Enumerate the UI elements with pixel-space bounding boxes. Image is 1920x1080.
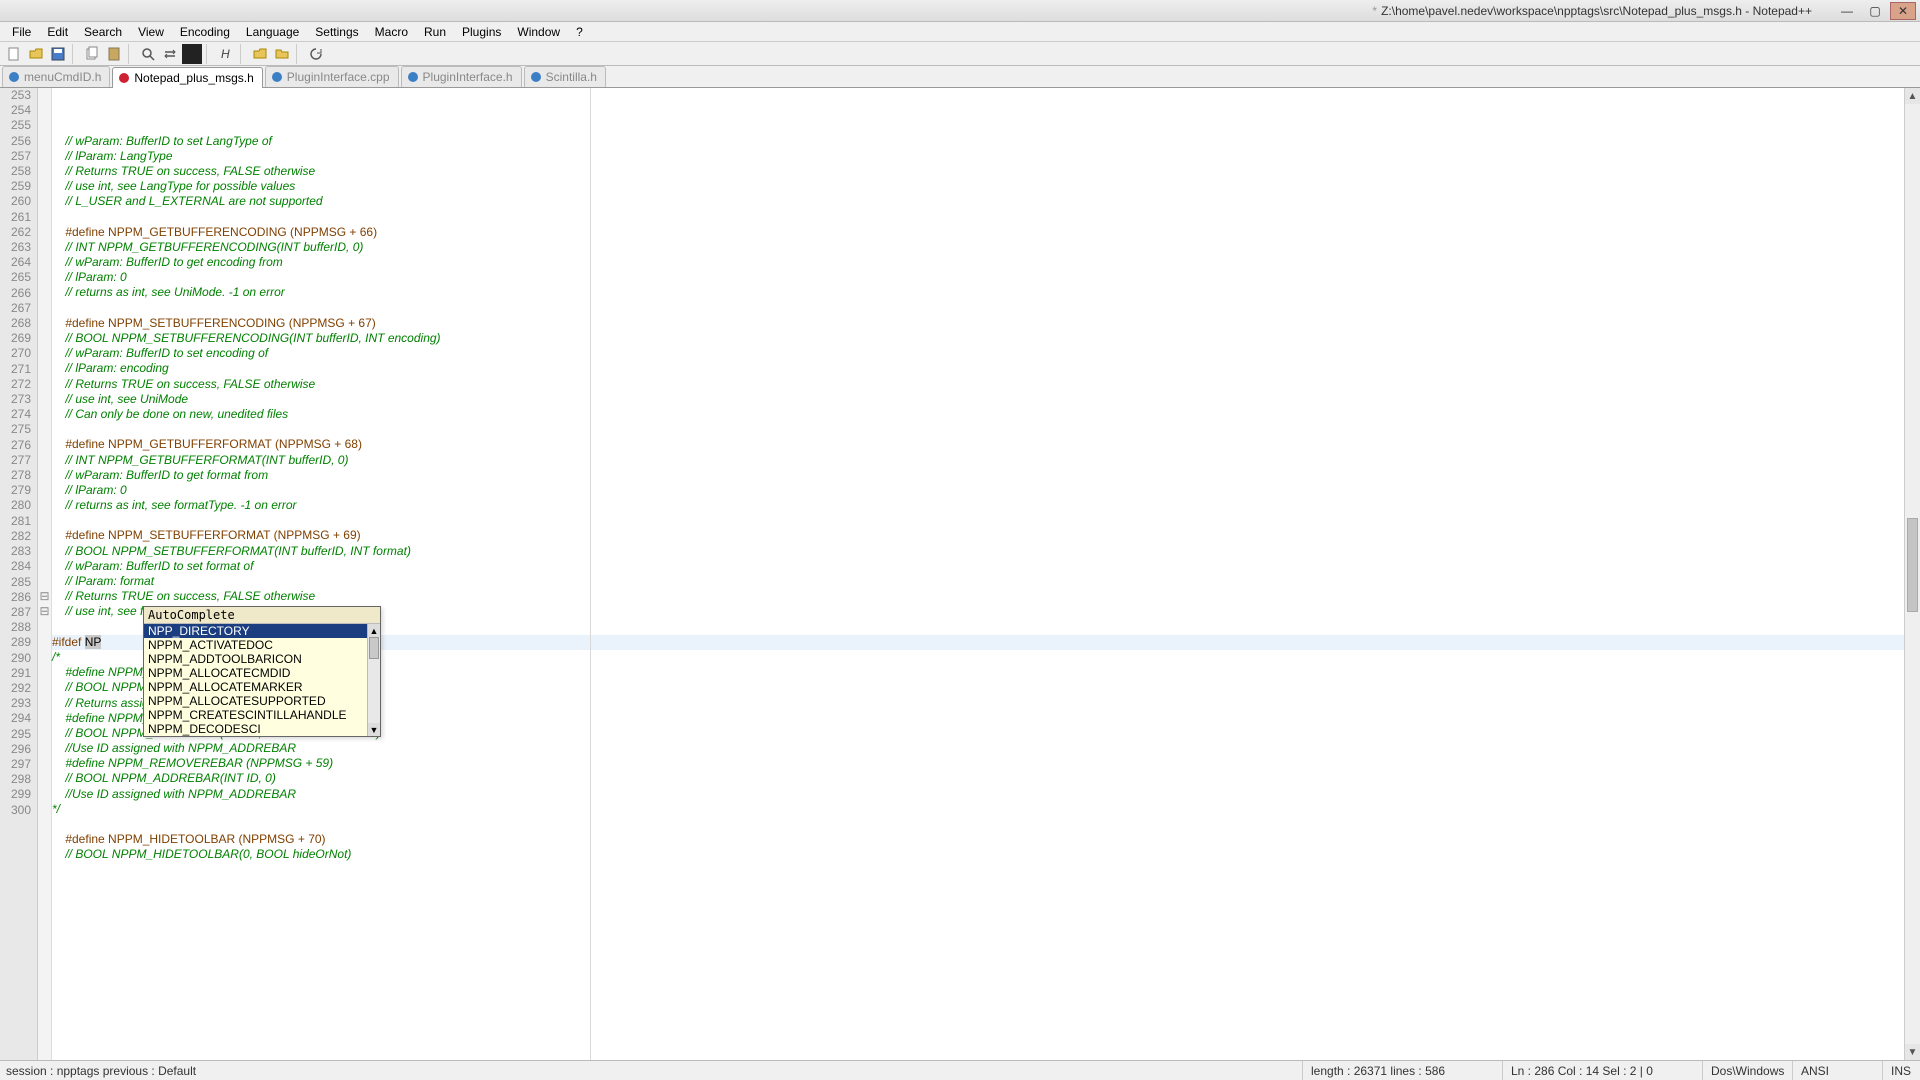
vertical-scrollbar[interactable]: ▲ ▼ [1904, 88, 1920, 1060]
status-session: session : npptags previous : Default [0, 1061, 1302, 1080]
window-title: Z:\home\pavel.nedev\workspace\npptags\sr… [1381, 4, 1812, 18]
editor-area: 2532542552562572582592602612622632642652… [0, 88, 1920, 1060]
fold-margin[interactable]: ⊟⊟ [38, 88, 52, 1060]
menu-language[interactable]: Language [238, 23, 307, 41]
scroll-down-arrow-icon[interactable]: ▼ [368, 723, 380, 736]
file-status-icon [272, 72, 282, 82]
menu-settings[interactable]: Settings [307, 23, 366, 41]
tab-scintilla-h[interactable]: Scintilla.h [524, 66, 606, 87]
tab-notepad_plus_msgs-h[interactable]: Notepad_plus_msgs.h [112, 67, 262, 88]
file-status-icon [9, 72, 19, 82]
status-position: Ln : 286 Col : 14 Sel : 2 | 0 [1502, 1061, 1702, 1080]
tab-label: Scintilla.h [546, 70, 597, 84]
find-icon[interactable] [138, 44, 158, 64]
dark-icon[interactable] [182, 44, 202, 64]
menu-?[interactable]: ? [568, 23, 591, 41]
tab-label: PluginInterface.cpp [287, 70, 390, 84]
folder-open-icon[interactable] [250, 44, 270, 64]
tab-label: Notepad_plus_msgs.h [134, 71, 253, 85]
status-bar: session : npptags previous : Default len… [0, 1060, 1920, 1080]
status-insert-mode: INS [1882, 1061, 1920, 1080]
line-number-gutter: 2532542552562572582592602612622632642652… [0, 88, 38, 1060]
tab-label: PluginInterface.h [423, 70, 513, 84]
tab-plugininterface-h[interactable]: PluginInterface.h [401, 66, 522, 87]
insert-icon[interactable]: H [216, 44, 236, 64]
autocomplete-item[interactable]: NPPM_ALLOCATECMDID [144, 666, 367, 680]
autocomplete-item[interactable]: NPPM_CREATESCINTILLAHANDLE [144, 708, 367, 722]
file-status-icon [531, 72, 541, 82]
document-tab-bar: menuCmdID.h Notepad_plus_msgs.h PluginInte… [0, 66, 1920, 88]
autocomplete-item[interactable]: NPPM_DECODESCI [144, 722, 367, 736]
svg-text:H: H [221, 47, 230, 61]
scroll-up-arrow-icon[interactable]: ▲ [1905, 88, 1920, 104]
autocomplete-list[interactable]: NPP_DIRECTORYNPPM_ACTIVATEDOCNPPM_ADDTOO… [144, 624, 367, 736]
maximize-button[interactable]: ▢ [1862, 2, 1888, 20]
close-button[interactable]: ✕ [1890, 2, 1916, 20]
status-length: length : 26371 lines : 586 [1302, 1061, 1502, 1080]
menu-plugins[interactable]: Plugins [454, 23, 509, 41]
menu-file[interactable]: File [4, 23, 39, 41]
tab-plugininterface-cpp[interactable]: PluginInterface.cpp [265, 66, 399, 87]
autocomplete-item[interactable]: NPPM_ALLOCATEMARKER [144, 680, 367, 694]
menu-search[interactable]: Search [76, 23, 130, 41]
scrollbar-thumb[interactable] [1907, 518, 1918, 612]
scroll-down-arrow-icon[interactable]: ▼ [1905, 1044, 1920, 1060]
file-status-icon [408, 72, 418, 82]
paste-icon[interactable] [104, 44, 124, 64]
autocomplete-item[interactable]: NPPM_ADDTOOLBARICON [144, 652, 367, 666]
file-status-icon [119, 73, 129, 83]
status-encoding: ANSI [1792, 1061, 1882, 1080]
save-icon[interactable] [48, 44, 68, 64]
autocomplete-item[interactable]: NPP_DIRECTORY [144, 624, 367, 638]
minimize-button[interactable]: — [1834, 2, 1860, 20]
folder-icon[interactable] [272, 44, 292, 64]
menu-run[interactable]: Run [416, 23, 454, 41]
edge-column-marker [590, 88, 591, 1060]
autocomplete-popup: AutoComplete NPP_DIRECTORYNPPM_ACTIVATED… [143, 606, 381, 737]
menu-edit[interactable]: Edit [39, 23, 76, 41]
autocomplete-scrollbar[interactable]: ▲ ▼ [367, 624, 380, 736]
menu-macro[interactable]: Macro [367, 23, 416, 41]
toolbar: H [0, 42, 1920, 66]
new-file-icon[interactable] [4, 44, 24, 64]
tab-menucmdid-h[interactable]: menuCmdID.h [2, 66, 110, 87]
scrollbar-thumb[interactable] [369, 637, 379, 659]
menu-view[interactable]: View [130, 23, 172, 41]
scroll-up-arrow-icon[interactable]: ▲ [368, 624, 380, 637]
tab-label: menuCmdID.h [24, 70, 101, 84]
copy-icon[interactable] [82, 44, 102, 64]
autocomplete-title: AutoComplete [144, 607, 380, 624]
modified-indicator: * [1372, 4, 1377, 18]
title-bar: * Z:\home\pavel.nedev\workspace\npptags\… [0, 0, 1920, 22]
open-file-icon[interactable] [26, 44, 46, 64]
refresh-icon[interactable] [306, 44, 326, 64]
replace-icon[interactable] [160, 44, 180, 64]
menu-encoding[interactable]: Encoding [172, 23, 238, 41]
menu-window[interactable]: Window [509, 23, 568, 41]
menu-bar: FileEditSearchViewEncodingLanguageSettin… [0, 22, 1920, 42]
autocomplete-item[interactable]: NPPM_ACTIVATEDOC [144, 638, 367, 652]
autocomplete-item[interactable]: NPPM_ALLOCATESUPPORTED [144, 694, 367, 708]
status-eol: Dos\Windows [1702, 1061, 1792, 1080]
code-editor[interactable]: // wParam: BufferID to set LangType of /… [52, 88, 1904, 1060]
